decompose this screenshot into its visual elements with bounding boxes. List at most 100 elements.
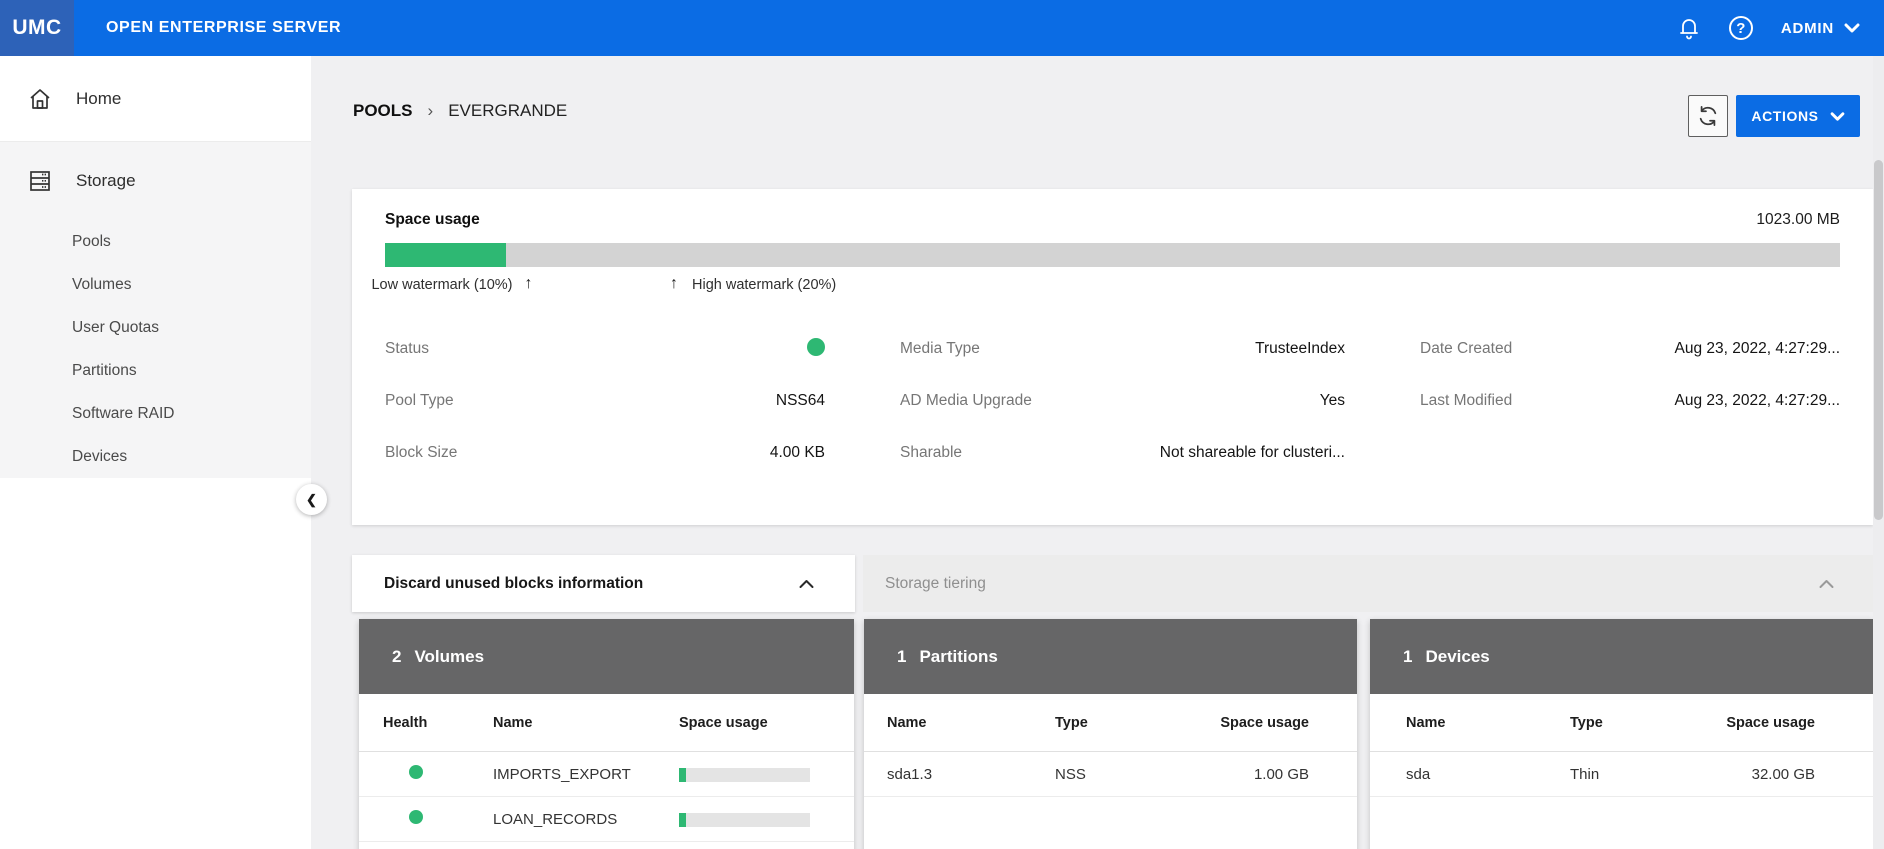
detail-value: [807, 338, 825, 361]
breadcrumb: POOLS › EVERGRANDE: [353, 101, 567, 121]
type-cell: Thin: [1570, 766, 1720, 783]
umc-logo[interactable]: UMC: [0, 0, 74, 56]
umc-screen: UMC OPEN ENTERPRISE SERVER ? ADMIN: [0, 0, 1884, 849]
space-usage-header: Space usage 1023.00 MB: [385, 211, 1840, 229]
space-cell: 1.00 GB: [1205, 766, 1309, 783]
sidebar-storage-label: Storage: [76, 171, 136, 191]
detail-date-created: Date Created Aug 23, 2022, 4:27:29...: [1420, 323, 1840, 375]
detail-media-type: Media TypeTrusteeIndex: [900, 323, 1345, 375]
user-menu[interactable]: ADMIN: [1781, 20, 1860, 37]
sidebar-item-storage[interactable]: Storage: [0, 142, 311, 220]
accordion-tiering-label: Storage tiering: [885, 575, 986, 593]
column-header-name: Name: [493, 715, 679, 731]
detail-value: NSS64: [776, 392, 825, 410]
partitions-count: 1: [897, 647, 906, 667]
chevron-down-icon: [1830, 112, 1845, 121]
breadcrumb-separator-icon: ›: [428, 101, 434, 121]
detail-label: Media Type: [900, 340, 980, 358]
sidebar-storage-group: Storage PoolsVolumesUser QuotasPartition…: [0, 142, 311, 478]
health-ok-dot: [409, 765, 423, 779]
partitions-table-header: 1 Partitions: [864, 619, 1357, 694]
partitions-title: Partitions: [919, 647, 997, 667]
sidebar-item-software-raid[interactable]: Software RAID: [0, 392, 311, 435]
name-cell: sda1.3: [887, 766, 1055, 783]
sidebar-item-volumes[interactable]: Volumes: [0, 263, 311, 306]
detail-value: Aug 23, 2022, 4:27:29...: [1675, 340, 1840, 358]
space-usage-bar: [385, 243, 1840, 267]
sidebar-item-user-quotas[interactable]: User Quotas: [0, 306, 311, 349]
detail-ad-media-upgrade: AD Media Upgrade Yes: [900, 375, 1345, 427]
actions-button[interactable]: ACTIONS: [1736, 95, 1860, 137]
column-header-name: Name: [1406, 715, 1570, 731]
space-usage-total: 1023.00 MB: [1756, 211, 1840, 229]
devices-table: 1 Devices NameTypeSpace usage sdaThin32.…: [1370, 619, 1873, 849]
pool-details-card: Space usage 1023.00 MB Low watermark (10…: [352, 189, 1873, 525]
actions-label: ACTIONS: [1751, 108, 1818, 124]
detail-label: Date Created: [1420, 340, 1512, 358]
sidebar-item-partitions[interactable]: Partitions: [0, 349, 311, 392]
name-cell: IMPORTS_EXPORT: [493, 766, 679, 783]
devices-column-headers: NameTypeSpace usage: [1370, 694, 1873, 752]
volumes-row-imports_export[interactable]: IMPORTS_EXPORT: [359, 752, 854, 797]
volumes-table: 2 Volumes HealthNameSpace usage IMPORTS_…: [359, 619, 854, 849]
space-usage-mini-fill: [679, 813, 686, 827]
space-usage-mini-bar: [679, 768, 810, 782]
accordion-row: Discard unused blocks information Storag…: [352, 555, 1873, 612]
high-watermark-label: High watermark (20%): [692, 277, 836, 293]
devices-row-sda[interactable]: sdaThin32.00 GB: [1370, 752, 1873, 797]
sidebar-item-home[interactable]: Home: [0, 56, 311, 142]
accordion-discard-label: Discard unused blocks information: [384, 575, 643, 593]
space-usage-fill: [385, 243, 506, 267]
devices-title: Devices: [1425, 647, 1489, 667]
sidebar-item-devices[interactable]: Devices: [0, 435, 311, 478]
devices-count: 1: [1403, 647, 1412, 667]
devices-table-header: 1 Devices: [1370, 619, 1873, 694]
detail-label: AD Media Upgrade: [900, 392, 1032, 410]
refresh-button[interactable]: [1688, 95, 1728, 137]
detail-pool-type: Pool Type NSS64: [385, 375, 825, 427]
sidebar: Home Storage PoolsVolumesUser QuotasPart…: [0, 56, 311, 849]
detail-value: Yes: [1320, 392, 1345, 410]
notifications-bell-icon[interactable]: [1677, 15, 1701, 41]
partitions-row-sda1.3[interactable]: sda1.3NSS1.00 GB: [864, 752, 1357, 797]
low-watermark-label: Low watermark (10%): [371, 277, 512, 293]
sidebar-home-label: Home: [76, 89, 121, 109]
sidebar-item-pools[interactable]: Pools: [0, 220, 311, 263]
detail-label: Last Modified: [1420, 392, 1512, 410]
main-content: POOLS › EVERGRANDE ACTIONS Space usage 1…: [311, 56, 1884, 849]
accordion-discard-blocks[interactable]: Discard unused blocks information: [352, 555, 855, 612]
health-ok-dot: [409, 810, 423, 824]
scrollbar-thumb[interactable]: [1874, 160, 1883, 520]
space-usage-mini-bar: [679, 813, 810, 827]
high-watermark-arrow-icon: ↑: [670, 275, 678, 293]
breadcrumb-pools-link[interactable]: POOLS: [353, 101, 413, 121]
health-cell: [383, 765, 493, 783]
topbar-right: ? ADMIN: [1677, 15, 1884, 41]
refresh-icon: [1697, 105, 1719, 127]
detail-status: Status: [385, 323, 825, 375]
detail-block-size: Block Size4.00 KB: [385, 427, 825, 479]
devices-table-body: sdaThin32.00 GB: [1370, 752, 1873, 797]
chevron-up-icon: [1818, 579, 1835, 589]
detail-sharable: SharableNot shareable for clusteri...: [900, 427, 1345, 479]
vertical-scrollbar[interactable]: [1873, 56, 1884, 849]
volumes-count: 2: [392, 647, 401, 667]
space-usage-cell: [679, 766, 834, 783]
name-cell: sda: [1406, 766, 1570, 783]
detail-label: Status: [385, 340, 429, 358]
health-cell: [383, 810, 493, 828]
help-icon[interactable]: ?: [1729, 16, 1753, 40]
watermarks: Low watermark (10%) ↑ ↑ High watermark (…: [385, 275, 1840, 301]
sidebar-collapse-button[interactable]: ❮: [296, 484, 327, 515]
topbar: UMC OPEN ENTERPRISE SERVER ? ADMIN: [0, 0, 1884, 56]
accordion-storage-tiering[interactable]: Storage tiering: [863, 555, 1873, 612]
pool-details-grid: Status Media TypeTrusteeIndex Date Created…: [385, 323, 1840, 479]
volumes-table-header: 2 Volumes: [359, 619, 854, 694]
volumes-column-headers: HealthNameSpace usage: [359, 694, 854, 752]
detail-value: Aug 23, 2022, 4:27:29...: [1675, 392, 1840, 410]
sidebar-storage-list: PoolsVolumesUser QuotasPartitionsSoftwar…: [0, 220, 311, 478]
detail-label: Pool Type: [385, 392, 454, 410]
column-header-space-usage: Space usage: [679, 715, 834, 731]
column-header-type: Type: [1055, 715, 1205, 731]
volumes-row-loan_records[interactable]: LOAN_RECORDS: [359, 797, 854, 842]
